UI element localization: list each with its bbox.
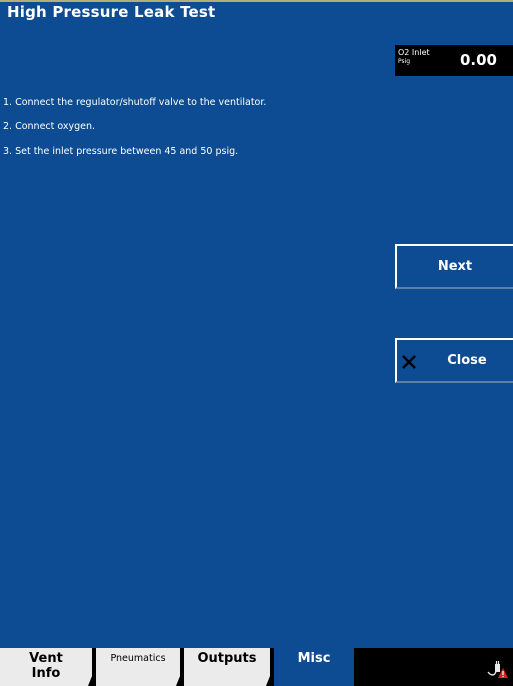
tab-vent-info-line2: Info xyxy=(31,666,61,681)
close-icon xyxy=(402,355,416,369)
plug-warning-icon[interactable] xyxy=(487,659,509,679)
tab-pneumatics-label: Pneumatics xyxy=(110,653,166,664)
reading-value: 0.00 xyxy=(459,51,497,69)
instruction-step-2: 2. Connect oxygen. xyxy=(3,121,96,132)
tab-divider xyxy=(88,676,96,686)
close-button-label: Close xyxy=(447,353,487,368)
o2-inlet-reading: O2 Inlet Psig 0.00 xyxy=(395,45,513,76)
screen: High Pressure Leak Test O2 Inlet Psig 0.… xyxy=(0,0,513,686)
tab-outputs-label: Outputs xyxy=(197,651,257,666)
tab-misc-label: Misc xyxy=(297,651,331,666)
title-bar: High Pressure Leak Test xyxy=(0,0,513,28)
close-button[interactable]: Close xyxy=(395,338,513,383)
tab-vent-info[interactable]: Vent Info xyxy=(0,648,92,686)
reading-unit: Psig xyxy=(398,58,411,65)
tab-vent-info-line1: Vent xyxy=(29,651,63,666)
tab-pneumatics[interactable]: Pneumatics xyxy=(96,648,180,686)
page-title: High Pressure Leak Test xyxy=(7,3,216,21)
tab-bar: Vent Info Pneumatics Outputs Misc xyxy=(0,648,513,686)
tab-outputs[interactable]: Outputs xyxy=(184,648,270,686)
tab-divider xyxy=(176,676,184,686)
instruction-step-3: 3. Set the inlet pressure between 45 and… xyxy=(3,146,239,157)
next-button-label: Next xyxy=(437,259,473,274)
tab-divider xyxy=(266,676,274,686)
next-button[interactable]: Next xyxy=(395,244,513,289)
tab-misc[interactable]: Misc xyxy=(274,648,354,686)
reading-label: O2 Inlet xyxy=(398,48,430,57)
instruction-step-1: 1. Connect the regulator/shutoff valve t… xyxy=(3,97,267,108)
